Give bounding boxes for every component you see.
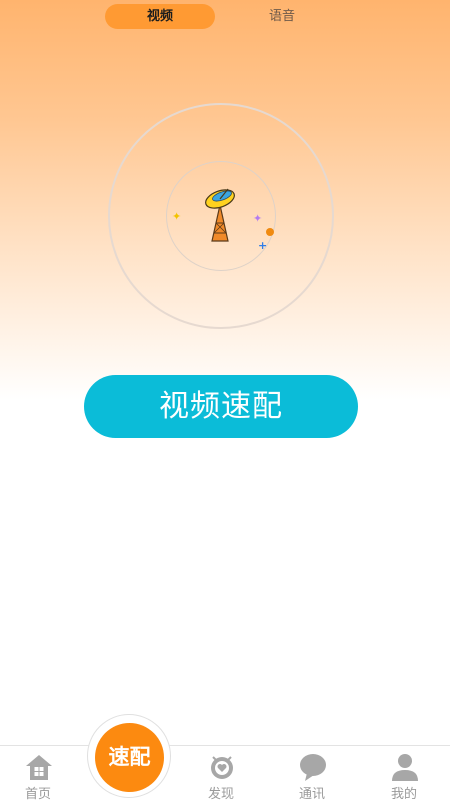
tab-voice[interactable]: 语音 <box>227 4 337 29</box>
discover-icon <box>211 756 233 779</box>
chat-bubble-icon <box>300 754 326 781</box>
tab-home[interactable]: 首页 <box>3 746 73 801</box>
tab-profile-label: 我的 <box>390 787 417 801</box>
quick-match-fab[interactable]: 速配 <box>95 723 164 792</box>
tab-messages[interactable]: 通讯 <box>277 746 347 801</box>
tab-profile[interactable]: 我的 <box>369 746 439 801</box>
tab-video[interactable]: 视频 <box>105 4 215 29</box>
tab-home-label: 首页 <box>24 787 51 801</box>
person-icon <box>392 754 418 781</box>
bottom-tab-bar: 首页 发现 通讯 我的 <box>0 745 450 801</box>
sparkle-icon: ✦ <box>253 212 263 225</box>
radar-dot <box>266 228 274 236</box>
tab-messages-label: 通讯 <box>298 787 325 801</box>
tab-discover-label: 发现 <box>207 787 234 801</box>
radar-animation: ✦ ✦ + <box>108 103 334 329</box>
video-match-button[interactable]: 视频速配 <box>84 375 358 438</box>
plus-sparkle-icon: + <box>258 239 268 252</box>
home-icon <box>26 755 52 780</box>
sparkle-icon: ✦ <box>172 210 182 223</box>
tab-discover[interactable]: 发现 <box>186 746 256 801</box>
satellite-dish-icon <box>205 188 235 242</box>
mode-switch: 视频 语音 <box>105 4 349 29</box>
